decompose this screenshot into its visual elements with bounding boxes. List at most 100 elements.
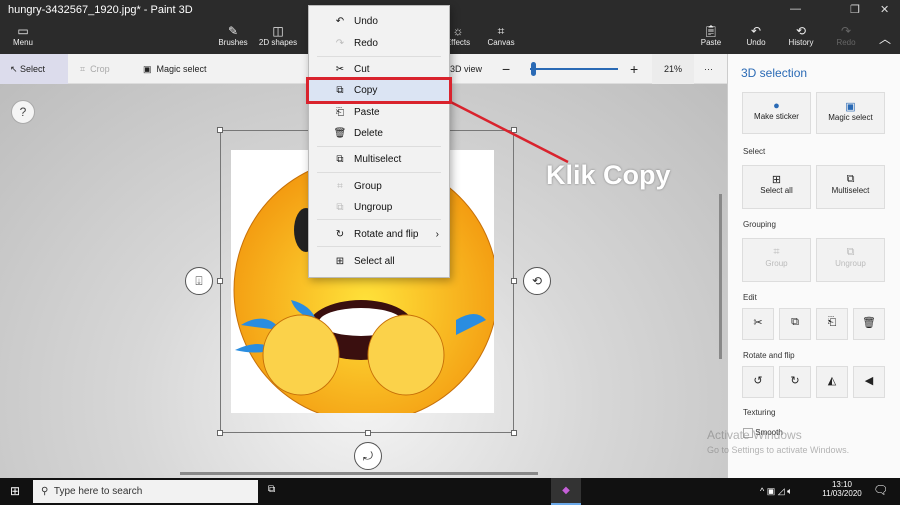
zoom-slider[interactable] [530, 68, 618, 70]
menu-item-ungroup[interactable]: ⧉ Ungroup [309, 197, 449, 218]
menu-button[interactable]: ▭ Menu [0, 24, 46, 47]
history-button[interactable]: ⟲ History [778, 24, 824, 47]
help-button[interactable]: ? [11, 100, 35, 124]
rotate-left-button[interactable]: ↺ [742, 366, 774, 398]
section-label: Select [743, 147, 766, 156]
rotate-y-handle-icon[interactable]: ⟲ [523, 267, 551, 295]
menu-item-paste[interactable]: ⎗ Paste [309, 102, 449, 123]
select-all-button[interactable]: ⊞ Select all [742, 165, 811, 209]
copy-button[interactable]: ⧉ [779, 308, 811, 340]
rotate-x-handle-icon[interactable]: ⤾ [354, 442, 382, 470]
window-title: hungry-3432567_1920.jpg* - Paint 3D [8, 4, 193, 16]
paste-icon: ⎗ [827, 316, 837, 328]
brush-icon: ✎ [227, 24, 239, 38]
menu-separator [317, 56, 441, 57]
annotation-text: Klik Copy [546, 160, 671, 190]
ungroup-button[interactable]: ⧉ Ungroup [816, 238, 885, 282]
clock[interactable]: 13:10 11/03/2020 [822, 480, 862, 498]
zoom-level[interactable]: 21% [652, 54, 694, 84]
rotate-left-icon: ↺ [753, 375, 763, 387]
magic-select-icon: ▣ [143, 64, 152, 74]
resize-handle[interactable] [217, 127, 223, 133]
activation-watermark-text: Go to Settings to activate Windows. [707, 445, 850, 455]
menu-item-undo[interactable]: ↶ Undo [309, 11, 449, 32]
ribbon: ▭ Menu ✎ Brushes ◫ 2D shapes ☼ Effects ⌗ Canv… [0, 22, 900, 54]
activation-watermark-title: Activate Windows [707, 428, 802, 442]
menu-item-rotate-and-flip[interactable]: ↻ Rotate and flip › [309, 224, 449, 245]
multiselect-icon: ⧉ [336, 154, 344, 165]
2d-shapes-button[interactable]: ◫ 2D shapes [255, 24, 301, 47]
paste-button[interactable]: ⎗ [816, 308, 848, 340]
select-tool[interactable]: ↖ Select [0, 54, 68, 84]
menu-item-label: Select all [354, 256, 395, 267]
resize-handle[interactable] [217, 430, 223, 436]
menu-item-select-all[interactable]: ⊞ Select all [309, 251, 449, 272]
menu-item-label: Paste [354, 107, 380, 118]
resize-handle[interactable] [365, 430, 371, 436]
3d-selection-panel: 3D selection ● Make sticker ▣ Magic select… [727, 54, 900, 478]
zoom-in-button[interactable]: + [630, 54, 638, 84]
resize-handle[interactable] [217, 278, 223, 284]
taskbar: ⊞ ⚲ Type here to search ⧉ ◆ ^ ▣ ◿ 🔈︎ 13:… [0, 478, 900, 505]
crop-tool[interactable]: ⌗ Crop [80, 54, 110, 84]
make-sticker-button[interactable]: ● Make sticker [742, 92, 811, 134]
windows-start-icon[interactable]: ⊞ [10, 484, 20, 498]
menu-icon: ▭ [17, 24, 29, 38]
resize-handle[interactable] [511, 278, 517, 284]
menu-item-redo[interactable]: ↷ Redo [309, 33, 449, 54]
menu-item-label: Ungroup [354, 202, 393, 213]
magic-select-icon: ▣ [845, 101, 856, 113]
menu-item-cut[interactable]: ✂ Cut [309, 59, 449, 80]
shapes-icon: ◫ [272, 24, 284, 38]
collapse-ribbon-button[interactable]: ︿ [862, 30, 900, 46]
menu-item-multiselect[interactable]: ⧉ Multiselect [309, 149, 449, 170]
ungroup-icon: ⧉ [336, 202, 344, 213]
flip-horizontal-button[interactable]: ◭ [816, 366, 848, 398]
vertical-scrollbar[interactable] [719, 194, 722, 359]
horizontal-scrollbar[interactable] [180, 472, 538, 475]
close-button[interactable]: ✕ [880, 3, 889, 16]
3d-view-toggle[interactable]: 3D view [450, 54, 482, 84]
tray-icons[interactable]: ^ ▣ ◿ 🔈︎ [760, 486, 793, 497]
cut-icon: ✂ [335, 64, 345, 75]
cut-button[interactable]: ✂ [742, 308, 774, 340]
menu-item-group[interactable]: ⌗ Group [309, 176, 449, 197]
menu-separator [317, 172, 441, 173]
restore-button[interactable]: ❐ [850, 3, 860, 16]
menu-item-label: Cut [354, 64, 370, 75]
redo-icon: ↷ [335, 38, 345, 49]
task-view-icon[interactable]: ⧉ [268, 484, 275, 495]
section-label: Texturing [743, 408, 776, 417]
flip-vertical-button[interactable]: ◀ [853, 366, 885, 398]
menu-item-delete[interactable]: 🗑︎ Delete [309, 123, 449, 144]
more-button[interactable]: ··· [704, 54, 713, 84]
rotate-right-button[interactable]: ↻ [779, 366, 811, 398]
taskbar-search-input[interactable]: ⚲ Type here to search [33, 480, 258, 503]
menu-item-label: Group [354, 181, 382, 192]
canvas-icon: ⌗ [497, 24, 505, 38]
magic-select-button[interactable]: ▣ Magic select [816, 92, 885, 134]
search-icon: ⚲ [41, 486, 49, 497]
delete-button[interactable]: 🗑︎ [853, 308, 885, 340]
zoom-out-button[interactable]: − [502, 54, 510, 84]
menu-item-copy[interactable]: ⧉ Copy [306, 77, 452, 104]
menu-separator [317, 246, 441, 247]
cut-icon: ✂ [753, 317, 763, 329]
menu-item-label: Multiselect [354, 154, 402, 165]
group-button[interactable]: ⌗ Group [742, 238, 811, 282]
paste-button[interactable]: 📋︎ Paste [688, 24, 734, 47]
menu-item-label: Delete [354, 128, 383, 139]
zoom-slider-thumb[interactable] [531, 62, 536, 76]
undo-button[interactable]: ↶ Undo [733, 24, 779, 47]
canvas-button[interactable]: ⌗ Canvas [478, 24, 524, 47]
paint3d-taskbar-icon[interactable]: ◆ [551, 478, 581, 505]
multiselect-button[interactable]: ⧉ Multiselect [816, 165, 885, 209]
brushes-button[interactable]: ✎ Brushes [210, 24, 256, 47]
minimize-button[interactable]: — [790, 3, 801, 15]
resize-handle[interactable] [511, 430, 517, 436]
depth-handle-icon[interactable]: ⍗ [185, 267, 213, 295]
magic-select-tool[interactable]: ▣ Magic select [143, 54, 207, 84]
history-icon: ⟲ [795, 24, 807, 38]
section-label: Grouping [743, 220, 776, 229]
notifications-icon[interactable]: 🗨︎ [873, 483, 888, 497]
